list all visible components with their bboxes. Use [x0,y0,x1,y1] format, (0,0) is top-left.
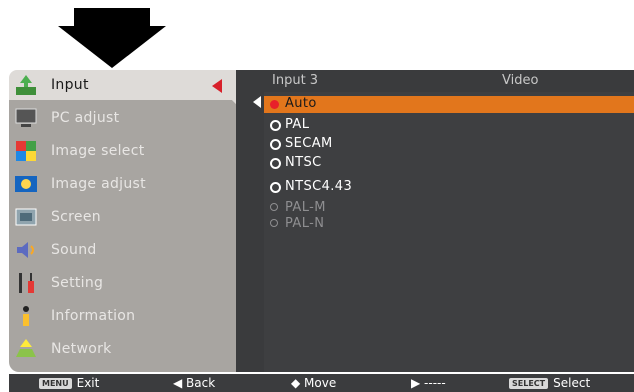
footer-back[interactable]: ◀ Back [173,376,215,390]
menu-item-label: Screen [51,209,101,225]
input-icon [16,75,36,95]
footer-move-label: ◆ Move [291,376,337,390]
radio-disabled-icon [270,203,278,211]
option-auto[interactable]: Auto [264,96,634,113]
footer-select[interactable]: SELECT Select [509,376,590,390]
option-list: Auto PAL SECAM NTSC NTSC4.43 PAL-M PAL-N [264,92,634,372]
footer-select-label: Select [553,376,591,390]
footer-back-label: ◀ Back [173,376,216,390]
menu-item-pc-adjust[interactable]: PC adjust [9,103,236,133]
menu-item-label: Information [51,308,136,324]
submenu-panel: Input 3 Video Auto PAL SECAM NTSC NTSC4.… [236,70,634,372]
sound-icon [17,242,34,258]
radio-disabled-icon [270,219,278,227]
menu-item-label: Image adjust [51,176,146,192]
menu-key-icon: MENU [39,377,72,389]
option-label: NTSC [285,155,322,170]
radio-icon [270,139,281,150]
footer-next[interactable]: ▶ ----- [411,376,446,390]
menu-item-label: Network [51,341,112,357]
menu-item-network[interactable]: Network [9,334,236,364]
option-label: NTSC4.43 [285,179,353,194]
option-label: PAL-M [285,200,326,215]
menu-item-label: PC adjust [51,110,120,126]
footer-exit-label: Exit [76,376,100,390]
option-label: Auto [285,96,317,111]
radio-icon [270,120,281,131]
option-secam[interactable]: SECAM [264,136,634,153]
submenu-back-arrow-icon [253,96,261,108]
option-ntsc443[interactable]: NTSC4.43 [264,179,634,196]
option-label: PAL-N [285,216,325,231]
menu-item-label: Sound [51,242,97,258]
option-pal-m: PAL-M [264,200,634,217]
footer-exit[interactable]: MENU Exit [39,376,99,390]
menu-item-label: Input [51,77,89,93]
menu-item-setting[interactable]: Setting [9,268,236,298]
option-ntsc[interactable]: NTSC [264,155,634,172]
menu-item-label: Setting [51,275,104,291]
menu-item-information[interactable]: Information [9,301,236,331]
information-icon [23,306,29,326]
radio-icon [270,182,281,193]
image-select-icon [16,141,36,161]
footer-bar: MENU Exit ◀ Back ◆ Move ▶ ----- SELECT S… [9,374,634,392]
menu-item-screen[interactable]: Screen [9,202,236,232]
radio-icon [270,158,281,169]
setting-icon [19,273,34,293]
option-label: PAL [285,117,310,132]
screen-icon [15,208,37,226]
down-arrow-icon [58,8,166,68]
submenu-header: Input 3 Video [264,70,634,92]
select-key-icon: SELECT [509,377,549,389]
menu-item-input[interactable]: Input [9,70,236,100]
footer-next-label: ▶ ----- [411,376,446,390]
network-icon [16,339,36,357]
option-pal-n: PAL-N [264,216,634,233]
radio-selected-icon [270,100,279,109]
menu-item-image-adjust[interactable]: Image adjust [9,169,236,199]
footer-move[interactable]: ◆ Move [291,376,336,390]
menu-item-label: Image select [51,143,145,159]
option-label: SECAM [285,136,333,151]
submenu-type: Video [502,73,539,88]
menu-item-sound[interactable]: Sound [9,235,236,265]
pc-adjust-icon [15,108,37,127]
active-pointer-icon [212,79,222,93]
main-menu: Input PC adjust Image select Image adjus… [9,70,236,372]
submenu-source: Input 3 [272,73,319,88]
option-pal[interactable]: PAL [264,117,634,134]
menu-item-image-select[interactable]: Image select [9,136,236,166]
image-adjust-icon [15,176,37,192]
